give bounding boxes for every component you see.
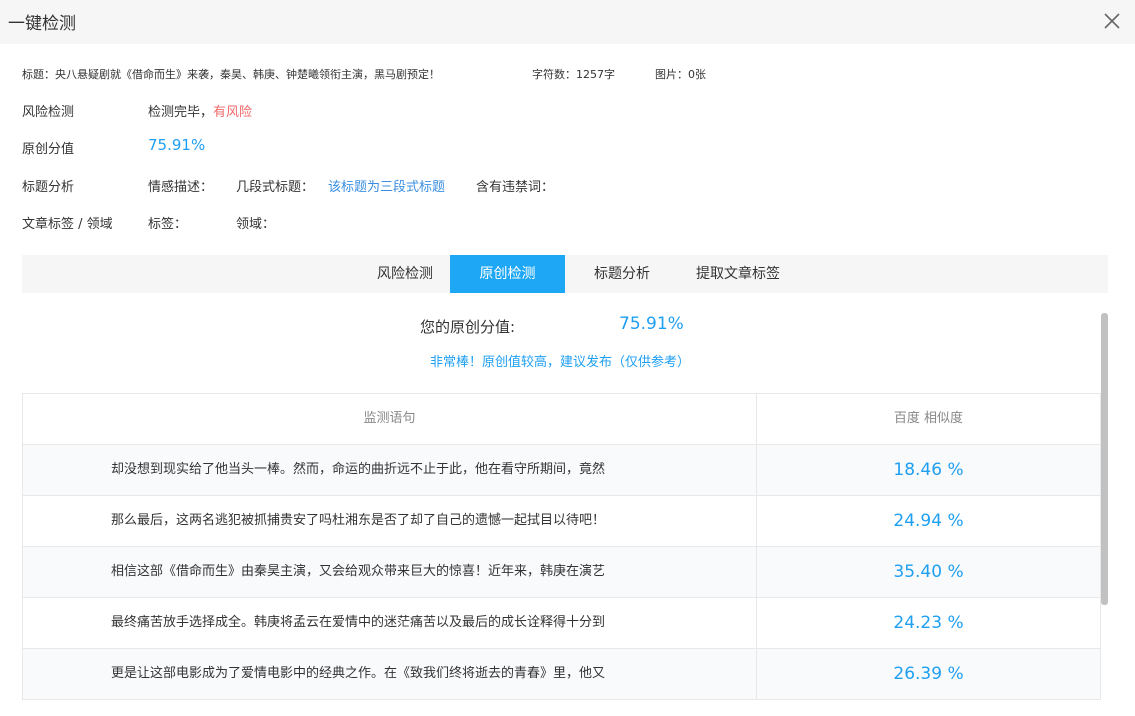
title-analysis-label: 标题分析 [22, 180, 75, 195]
similarity-table: 监测语句 百度 相似度 却没想到现实给了他当头一棒。然而，命运的曲折远不止于此，… [22, 393, 1101, 700]
tab-bar: 风险检测 原创检测 标题分析 提取文章标签 [22, 255, 1108, 293]
table-row: 却没想到现实给了他当头一棒。然而，命运的曲折远不止于此，他在看守所期间，竟然 1… [23, 445, 1100, 496]
header-sentence: 监测语句 [23, 394, 757, 444]
domain-label: 领域： [236, 217, 276, 232]
row-similarity: 24.94 % [893, 511, 964, 531]
char-count: 字符数：1257字 [532, 68, 615, 81]
risk-label: 风险检测 [22, 105, 75, 120]
dialog-header: 一键检测 [0, 0, 1135, 44]
risk-status: 检测完毕， [148, 105, 214, 120]
article-info: 标题：央八悬疑剧就《借命而生》来袭，秦昊、韩庚、钟楚曦领衔主演，黑马剧预定！ 字… [22, 66, 706, 82]
row-similarity: 18.46 % [893, 460, 964, 480]
row-sentence: 相信这部《借命而生》由秦昊主演，又会给观众带来巨大的惊喜！近年来，韩庚在演艺 [23, 547, 757, 597]
row-similarity: 26.39 % [893, 664, 964, 684]
table-row: 最终痛苦放手选择成全。韩庚将孟云在爱情中的迷茫痛苦以及最后的成长诠释得十分到 2… [23, 598, 1100, 649]
row-similarity: 35.40 % [893, 562, 964, 582]
tag-label: 标签： [148, 217, 188, 232]
summary-label: 您的原创分值: [420, 318, 516, 336]
row-sentence: 最终痛苦放手选择成全。韩庚将孟云在爱情中的迷茫痛苦以及最后的成长诠释得十分到 [23, 598, 757, 648]
tags-label: 文章标签 / 领域 [22, 217, 113, 232]
table-row: 相信这部《借命而生》由秦昊主演，又会给观众带来巨大的惊喜！近年来，韩庚在演艺 3… [23, 547, 1100, 598]
close-icon[interactable] [1103, 12, 1121, 30]
article-title: 标题：央八悬疑剧就《借命而生》来袭，秦昊、韩庚、钟楚曦领衔主演，黑马剧预定！ [22, 68, 440, 81]
tab-risk[interactable]: 风险检测 [348, 255, 462, 293]
image-count: 图片：0张 [655, 68, 706, 81]
header-similarity: 百度 相似度 [893, 411, 964, 426]
summary-note: 非常棒！原创值较高，建议发布（仅供参考） [429, 355, 690, 370]
row-sentence: 更是让这部电影成为了爱情电影中的经典之作。在《致我们终将逝去的青春》里，他又 [23, 649, 757, 699]
table-header: 监测语句 百度 相似度 [23, 394, 1100, 445]
segment-value: 该标题为三段式标题 [328, 180, 446, 195]
row-sentence: 那么最后，这两名逃犯被抓捕贵安了吗杜湘东是否了却了自己的遗憾一起拭目以待吧！ [23, 496, 757, 546]
row-similarity: 24.23 % [893, 613, 964, 633]
scrollbar-thumb[interactable] [1101, 313, 1108, 605]
detection-dialog: 一键检测 标题：央八悬疑剧就《借命而生》来袭，秦昊、韩庚、钟楚曦领衔主演，黑马剧… [0, 0, 1135, 716]
original-score: 75.91% [148, 136, 206, 154]
emotion-label: 情感描述： [148, 180, 214, 195]
summary-score: 75.91% [619, 314, 684, 334]
dialog-title: 一键检测 [8, 14, 76, 34]
forbidden-label: 含有违禁词： [476, 180, 555, 195]
risk-result: 有风险 [213, 105, 253, 120]
risk-value: 检测完毕，有风险 [148, 101, 252, 120]
tab-extract-tags[interactable]: 提取文章标签 [679, 255, 797, 293]
tab-original[interactable]: 原创检测 [450, 255, 565, 293]
table-body: 却没想到现实给了他当头一棒。然而，命运的曲折远不止于此，他在看守所期间，竟然 1… [23, 445, 1100, 700]
original-label: 原创分值 [22, 142, 75, 157]
segment-label: 几段式标题： [236, 180, 315, 195]
table-row: 那么最后，这两名逃犯被抓捕贵安了吗杜湘东是否了却了自己的遗憾一起拭目以待吧！ 2… [23, 496, 1100, 547]
table-row: 更是让这部电影成为了爱情电影中的经典之作。在《致我们终将逝去的青春》里，他又 2… [23, 649, 1100, 700]
tab-title-analysis[interactable]: 标题分析 [565, 255, 679, 293]
row-sentence: 却没想到现实给了他当头一棒。然而，命运的曲折远不止于此，他在看守所期间，竟然 [23, 445, 757, 495]
